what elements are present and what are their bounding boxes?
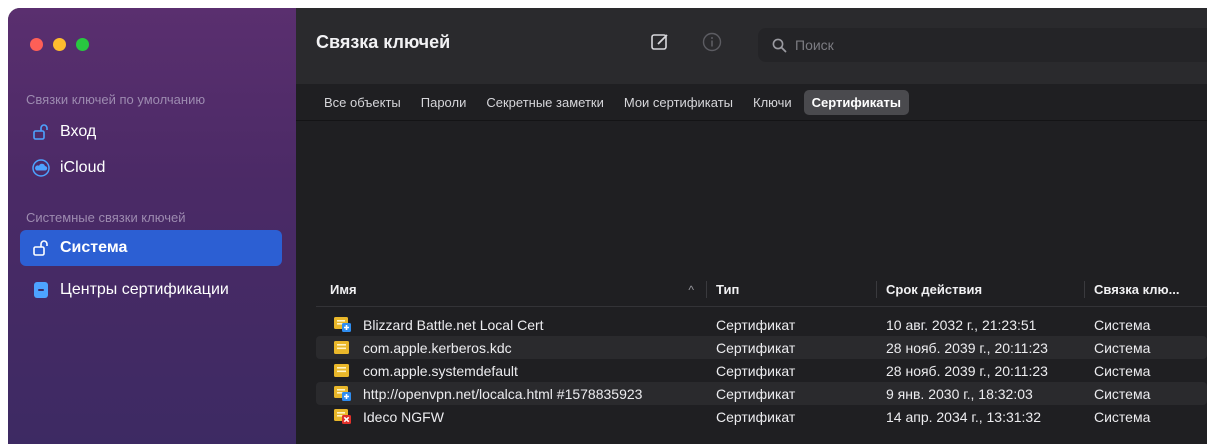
sidebar-item-label: Система bbox=[60, 239, 128, 256]
unlock-icon bbox=[30, 122, 52, 142]
certificate-icon bbox=[334, 317, 351, 332]
cloud-icon bbox=[30, 158, 52, 178]
cert-expires: 14 апр. 2034 г., 13:31:32 bbox=[886, 408, 1041, 425]
table-row[interactable]: Blizzard Battle.net Local Cert Сертифика… bbox=[316, 313, 1207, 336]
certificate-icon bbox=[334, 409, 351, 424]
column-header-label: Связка клю... bbox=[1094, 282, 1180, 297]
sidebar-item-label: Вход bbox=[60, 123, 97, 140]
search-input[interactable] bbox=[795, 37, 1095, 53]
cert-keychain: Система bbox=[1094, 385, 1151, 402]
tab-keys[interactable]: Ключи bbox=[745, 90, 800, 115]
tab-secure-notes[interactable]: Секретные заметки bbox=[478, 90, 611, 115]
certificate-icon bbox=[334, 386, 351, 401]
cert-name: com.apple.kerberos.kdc bbox=[363, 339, 512, 356]
cert-expires: 28 нояб. 2039 г., 20:11:23 bbox=[886, 339, 1048, 356]
column-header-expires[interactable]: Срок действия bbox=[876, 273, 1084, 306]
sidebar-item-icloud[interactable]: iCloud bbox=[20, 150, 282, 186]
cert-type: Сертификат bbox=[716, 316, 796, 333]
compose-icon bbox=[651, 34, 668, 50]
category-tabs: Все объекты Пароли Секретные заметки Мои… bbox=[316, 90, 909, 115]
cert-name: Blizzard Battle.net Local Cert bbox=[363, 316, 544, 333]
cert-keychain: Система bbox=[1094, 339, 1151, 356]
certificate-icon bbox=[334, 340, 351, 355]
column-header-type[interactable]: Тип bbox=[706, 273, 876, 306]
table-row[interactable]: Ideco NGFW Сертификат 14 апр. 2034 г., 1… bbox=[316, 405, 1207, 428]
cert-name: Ideco NGFW bbox=[363, 408, 444, 425]
sidebar-section-system: Системные связки ключей bbox=[26, 210, 186, 225]
window-controls bbox=[30, 38, 89, 51]
table-row[interactable]: com.apple.systemdefault Сертификат 28 но… bbox=[316, 359, 1207, 382]
cert-type: Сертификат bbox=[716, 362, 796, 379]
column-header-label: Тип bbox=[716, 282, 740, 297]
search-field[interactable] bbox=[758, 28, 1207, 62]
sidebar-section-default: Связки ключей по умолчанию bbox=[26, 92, 206, 107]
cert-keychain: Система bbox=[1094, 408, 1151, 425]
compose-button[interactable] bbox=[648, 30, 672, 54]
cert-expires: 10 авг. 2032 г., 21:23:51 bbox=[886, 316, 1037, 333]
cert-expires: 28 нояб. 2039 г., 20:11:23 bbox=[886, 362, 1048, 379]
cert-type: Сертификат bbox=[716, 408, 796, 425]
cabinet-icon bbox=[30, 280, 52, 300]
sidebar: Связки ключей по умолчанию Вход iCloud С… bbox=[8, 8, 296, 444]
column-header-keychain[interactable]: Связка клю... bbox=[1084, 273, 1207, 306]
toolbar: Связка ключей bbox=[296, 8, 1207, 84]
cert-name: http://openvpn.net/localca.html #1578835… bbox=[363, 385, 643, 402]
column-header-name[interactable]: Имя ^ bbox=[316, 273, 706, 306]
tab-passwords[interactable]: Пароли bbox=[413, 90, 475, 115]
cert-name: com.apple.systemdefault bbox=[363, 362, 518, 379]
table-header: Имя ^ Тип Срок действия Связка клю... bbox=[316, 273, 1207, 307]
column-header-label: Срок действия bbox=[886, 282, 983, 297]
tab-certificates[interactable]: Сертификаты bbox=[803, 90, 909, 115]
sort-ascending-icon: ^ bbox=[688, 282, 694, 297]
unlock-icon bbox=[30, 238, 52, 258]
sidebar-item-cert-authorities[interactable]: Центры сертификации bbox=[20, 272, 282, 308]
cert-keychain: Система bbox=[1094, 362, 1151, 379]
minimize-button[interactable] bbox=[53, 38, 66, 51]
main-panel: Связка ключей Все объекты Пароли Секретн… bbox=[296, 8, 1207, 444]
cert-type: Сертификат bbox=[716, 385, 796, 402]
keychain-window: Связки ключей по умолчанию Вход iCloud С… bbox=[8, 8, 1207, 444]
table-row[interactable]: http://openvpn.net/localca.html #1578835… bbox=[316, 382, 1207, 405]
tab-my-certificates[interactable]: Мои сертификаты bbox=[616, 90, 741, 115]
zoom-button[interactable] bbox=[76, 38, 89, 51]
certificates-table: Blizzard Battle.net Local Cert Сертифика… bbox=[316, 313, 1207, 428]
table-row[interactable]: com.apple.kerberos.kdc Сертификат 28 ноя… bbox=[316, 336, 1207, 359]
toolbar-divider bbox=[296, 120, 1207, 121]
column-header-label: Имя bbox=[330, 282, 357, 297]
sidebar-item-system[interactable]: Система bbox=[20, 230, 282, 266]
cert-type: Сертификат bbox=[716, 339, 796, 356]
cert-keychain: Система bbox=[1094, 316, 1151, 333]
sidebar-item-label: Центры сертификации bbox=[60, 281, 229, 298]
cert-expires: 9 янв. 2030 г., 18:32:03 bbox=[886, 385, 1033, 402]
certificate-icon bbox=[334, 363, 351, 378]
search-icon bbox=[772, 38, 787, 52]
tab-all-items[interactable]: Все объекты bbox=[316, 90, 409, 115]
sidebar-item-login[interactable]: Вход bbox=[20, 114, 282, 150]
info-icon bbox=[702, 32, 722, 52]
close-button[interactable] bbox=[30, 38, 43, 51]
window-title: Связка ключей bbox=[316, 32, 451, 52]
sidebar-item-label: iCloud bbox=[60, 159, 106, 176]
info-button[interactable] bbox=[700, 30, 724, 54]
